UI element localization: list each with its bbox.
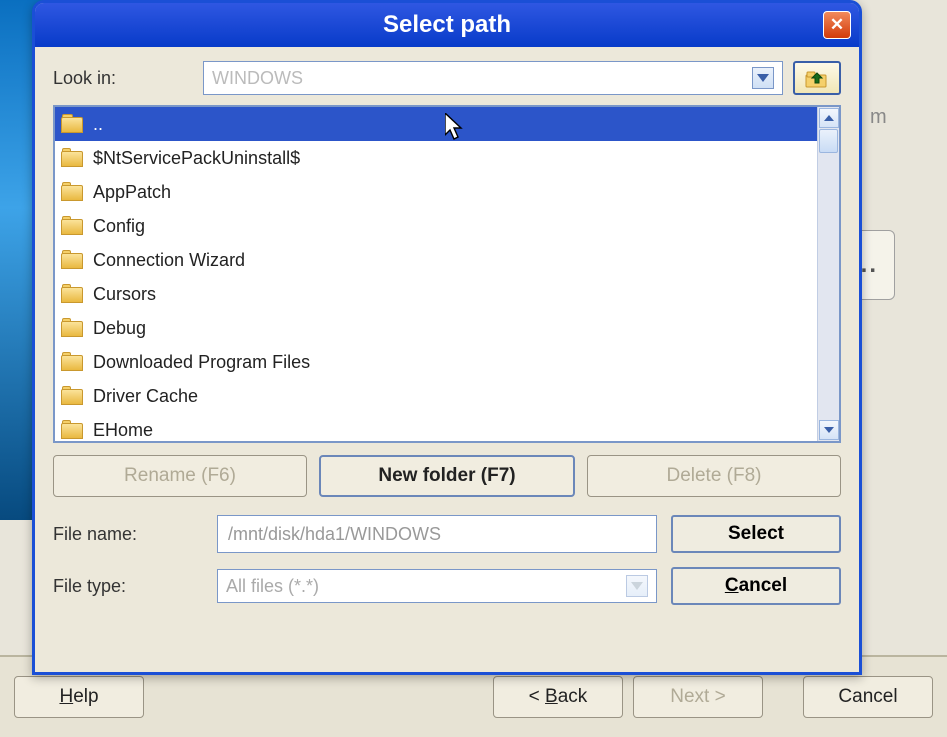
filename-value: /mnt/disk/hda1/WINDOWS [228, 524, 441, 545]
file-row-label: Downloaded Program Files [93, 352, 310, 373]
filetype-label: File type: [53, 576, 203, 597]
next-button-label: Next > [670, 686, 725, 708]
new-folder-label: New folder (F7) [378, 465, 515, 487]
scroll-up-button[interactable] [819, 108, 839, 128]
filename-label: File name: [53, 524, 203, 545]
lookin-combo[interactable]: WINDOWS [203, 61, 783, 95]
filetype-value: All files (*.*) [226, 576, 319, 597]
chevron-down-icon [626, 575, 648, 597]
wizard-cancel-button[interactable]: Cancel [803, 676, 933, 718]
close-button[interactable]: ✕ [823, 11, 851, 39]
folder-icon [61, 420, 85, 440]
folder-icon [61, 148, 85, 168]
file-row[interactable]: Downloaded Program Files [55, 345, 817, 379]
folder-up-icon [804, 67, 830, 89]
delete-button: Delete (F8) [587, 455, 841, 497]
back-button-label: < Back [529, 686, 588, 708]
scroll-thumb[interactable] [819, 129, 838, 153]
folder-icon [61, 216, 85, 236]
file-row[interactable]: Config [55, 209, 817, 243]
select-button[interactable]: Select [671, 515, 841, 553]
select-label: Select [728, 523, 784, 545]
file-row-label: $NtServicePackUninstall$ [93, 148, 300, 169]
filetype-combo: All files (*.*) [217, 569, 657, 603]
file-row[interactable]: Driver Cache [55, 379, 817, 413]
file-row-label: EHome [93, 420, 153, 441]
file-row[interactable]: AppPatch [55, 175, 817, 209]
folder-icon [61, 250, 85, 270]
background-text: m [870, 106, 887, 129]
folder-icon [61, 284, 85, 304]
next-button: Next > [633, 676, 763, 718]
filename-input[interactable]: /mnt/disk/hda1/WINDOWS [217, 515, 657, 553]
scroll-down-button[interactable] [819, 420, 839, 440]
file-row[interactable]: $NtServicePackUninstall$ [55, 141, 817, 175]
back-button[interactable]: < Back [493, 676, 623, 718]
file-row[interactable]: EHome [55, 413, 817, 441]
scroll-track[interactable] [818, 129, 839, 419]
file-row[interactable]: Cursors [55, 277, 817, 311]
file-row-label: Config [93, 216, 145, 237]
folder-icon [61, 318, 85, 338]
file-row[interactable]: .. [55, 107, 817, 141]
folder-icon [61, 114, 85, 134]
scrollbar[interactable] [817, 107, 839, 441]
file-row-label: Debug [93, 318, 146, 339]
new-folder-button[interactable]: New folder (F7) [319, 455, 575, 497]
folder-icon [61, 352, 85, 372]
file-row-label: Cursors [93, 284, 156, 305]
select-path-dialog: Select path ✕ Look in: WINDOWS [32, 0, 862, 675]
rename-label: Rename (F6) [124, 465, 236, 487]
file-list[interactable]: .. $NtServicePackUninstall$ AppPatch Config… [55, 107, 817, 441]
close-icon: ✕ [830, 15, 844, 35]
dialog-cancel-label: Cancel [725, 575, 787, 597]
dialog-cancel-button[interactable]: Cancel [671, 567, 841, 605]
titlebar[interactable]: Select path ✕ [35, 3, 859, 47]
file-row-label: Connection Wizard [93, 250, 245, 271]
file-row-label: .. [93, 114, 103, 135]
file-row-label: AppPatch [93, 182, 171, 203]
rename-button: Rename (F6) [53, 455, 307, 497]
dialog-title: Select path [383, 11, 511, 39]
help-button[interactable]: Help [14, 676, 144, 718]
file-list-area: .. $NtServicePackUninstall$ AppPatch Config… [53, 105, 841, 443]
chevron-down-icon[interactable] [752, 67, 774, 89]
folder-icon [61, 386, 85, 406]
file-row[interactable]: Debug [55, 311, 817, 345]
delete-label: Delete (F8) [666, 465, 761, 487]
lookin-value: WINDOWS [212, 68, 303, 89]
lookin-label: Look in: [53, 68, 193, 89]
wizard-cancel-label: Cancel [838, 686, 897, 708]
file-row-label: Driver Cache [93, 386, 198, 407]
help-button-label: Help [59, 686, 98, 708]
folder-icon [61, 182, 85, 202]
up-folder-button[interactable] [793, 61, 841, 95]
file-row[interactable]: Connection Wizard [55, 243, 817, 277]
